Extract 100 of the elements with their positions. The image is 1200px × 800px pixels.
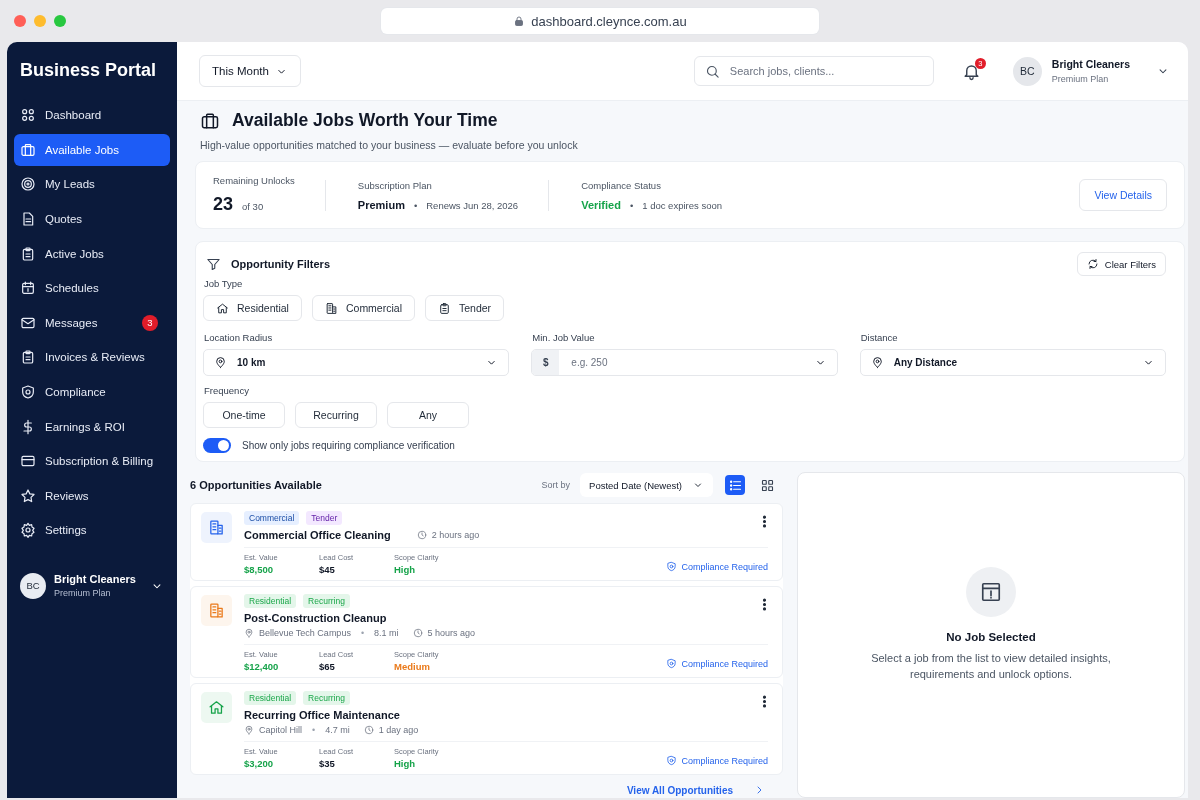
stat-value: $45 <box>319 564 336 575</box>
compliance-note: 1 doc expires soon <box>642 199 722 211</box>
compliance-required-link[interactable]: Compliance Required <box>681 561 768 572</box>
job-location: Bellevue Tech Campus <box>259 628 351 638</box>
job-type-option[interactable]: Tender <box>424 295 505 321</box>
filter-label: Location Radius <box>204 332 274 343</box>
sidebar-item[interactable]: Active Jobs <box>14 237 170 270</box>
sidebar-item[interactable]: Compliance <box>14 375 170 409</box>
user-avatar: BC <box>20 572 46 599</box>
clipboard-icon <box>437 301 451 315</box>
filter-label: Job Type <box>204 278 244 289</box>
empty-state-title: No Job Selected <box>946 631 1036 644</box>
job-distance: 8.1 mi <box>374 628 399 638</box>
stat-value: $12,400 <box>244 661 280 672</box>
page-title: Available Jobs Worth Your Time <box>232 110 498 131</box>
job-tag: Commercial <box>244 511 300 525</box>
min-job-value-field[interactable]: $ e.g. 250 <box>531 349 838 376</box>
settings-icon <box>20 522 36 539</box>
sidebar-item[interactable]: Subscription & Billing <box>14 444 170 478</box>
address-bar[interactable]: dashboard.cleynce.com.au <box>381 8 819 34</box>
stat-label: Compliance Status <box>581 179 662 191</box>
posted-time: 2 hours ago <box>431 530 480 540</box>
sidebar-item[interactable]: Earnings & ROI <box>14 410 170 443</box>
calendar-icon <box>20 280 36 297</box>
stat-value: $65 <box>319 661 336 672</box>
sort-dropdown[interactable]: Posted Date (Newest) <box>580 473 713 497</box>
location-pin-icon <box>214 356 227 369</box>
sidebar-item[interactable]: Schedules <box>14 271 170 305</box>
sidebar-item[interactable]: Settings <box>14 514 170 547</box>
opportunities-count: 6 Opportunities Available <box>190 479 322 491</box>
frequency-option[interactable]: Any <box>387 402 469 428</box>
unlocks-total: of 30 <box>242 201 264 212</box>
location-pin-icon <box>870 356 884 369</box>
sidebar-item[interactable]: Reviews <box>14 479 170 513</box>
house-icon <box>208 699 225 716</box>
building-icon <box>324 301 338 315</box>
location-radius-dropdown[interactable]: 10 km <box>203 349 510 376</box>
view-toggle-button[interactable] <box>725 475 745 495</box>
sidebar-item[interactable]: My Leads <box>14 168 170 201</box>
job-title[interactable]: Recurring Office Maintenance <box>244 709 400 721</box>
clipboard-icon <box>20 245 36 262</box>
location-pin-icon <box>244 725 254 735</box>
frequency-option[interactable]: One-time <box>203 402 285 428</box>
separator-dot: • <box>629 199 634 211</box>
job-type-option[interactable]: Residential <box>203 295 302 321</box>
sidebar-item[interactable]: Quotes <box>14 202 170 236</box>
period-dropdown[interactable]: This Month <box>199 55 301 87</box>
clipboard-icon <box>20 349 36 366</box>
alert-window-icon <box>980 581 1002 604</box>
toggle-label: Show only jobs requiring compliance verification <box>242 440 455 451</box>
toggle-switch[interactable] <box>203 438 231 453</box>
compliance-required-link[interactable]: Compliance Required <box>681 755 768 766</box>
search-field[interactable]: Search jobs, clients... <box>693 56 934 86</box>
separator-dot: • <box>413 199 418 211</box>
job-tag: Recurring <box>303 691 350 705</box>
view-details-button[interactable]: View Details <box>1079 179 1167 211</box>
empty-state-text: Select a job from the list to view detailed insights, requirements and unlock options. <box>871 651 1111 682</box>
building-icon <box>208 602 225 619</box>
user-avatar: BC <box>1012 56 1042 86</box>
grid-view-icon <box>759 477 775 493</box>
filter-label: Distance <box>860 332 899 343</box>
stat-label: Remaining Unlocks <box>213 175 295 186</box>
sidebar-item[interactable]: Invoices & Reviews <box>14 341 170 374</box>
job-tag: Recurring <box>303 594 350 608</box>
stat-value: Medium <box>394 661 431 672</box>
unread-badge: 3 <box>142 314 158 331</box>
job-tag: Tender <box>306 511 343 525</box>
job-title[interactable]: Post-Construction Cleanup <box>244 612 387 624</box>
clock-icon <box>412 628 423 638</box>
min-job-value-input[interactable]: e.g. 250 <box>569 356 804 369</box>
stat-value: $8,500 <box>244 564 275 575</box>
posted-time: 5 hours ago <box>427 628 476 638</box>
user-name: Bright Cleaners <box>1051 58 1130 70</box>
stat-value: High <box>394 564 417 575</box>
stat-value: $3,200 <box>244 758 275 769</box>
sidebar-item[interactable]: Available Jobs <box>14 133 170 167</box>
compliance-required-link[interactable]: Compliance Required <box>681 658 768 669</box>
compliance-status: Verified <box>581 198 621 211</box>
page-subtitle: High-value opportunities matched to your business — evaluate before you unlock <box>200 139 579 151</box>
distance-dropdown[interactable]: Any Distance <box>859 349 1166 376</box>
filter-icon <box>206 256 221 272</box>
filter-label: Min. Job Value <box>532 332 596 343</box>
frequency-option[interactable]: Recurring <box>295 402 377 428</box>
clear-filters-button[interactable]: Clear Filters <box>1076 252 1166 276</box>
view-all-link[interactable]: View All Opportunities <box>626 784 733 796</box>
shield-icon <box>666 561 678 572</box>
lock-icon <box>513 15 526 27</box>
job-type-option[interactable]: Commercial <box>311 295 415 321</box>
shield-icon <box>666 755 678 766</box>
search-icon <box>704 63 720 79</box>
building-icon <box>208 519 225 536</box>
posted-time: 1 day ago <box>378 725 419 735</box>
sidebar-item[interactable]: Dashboard <box>14 99 170 132</box>
shield-icon <box>20 384 36 401</box>
job-title[interactable]: Commercial Office Cleaning <box>244 529 391 541</box>
plan-name: Premium <box>357 198 405 211</box>
search-input[interactable]: Search jobs, clients... <box>727 64 923 78</box>
stat-value: $35 <box>319 758 336 769</box>
sidebar-item[interactable]: Messages 3 <box>14 306 170 340</box>
filter-label: Frequency <box>204 385 250 396</box>
